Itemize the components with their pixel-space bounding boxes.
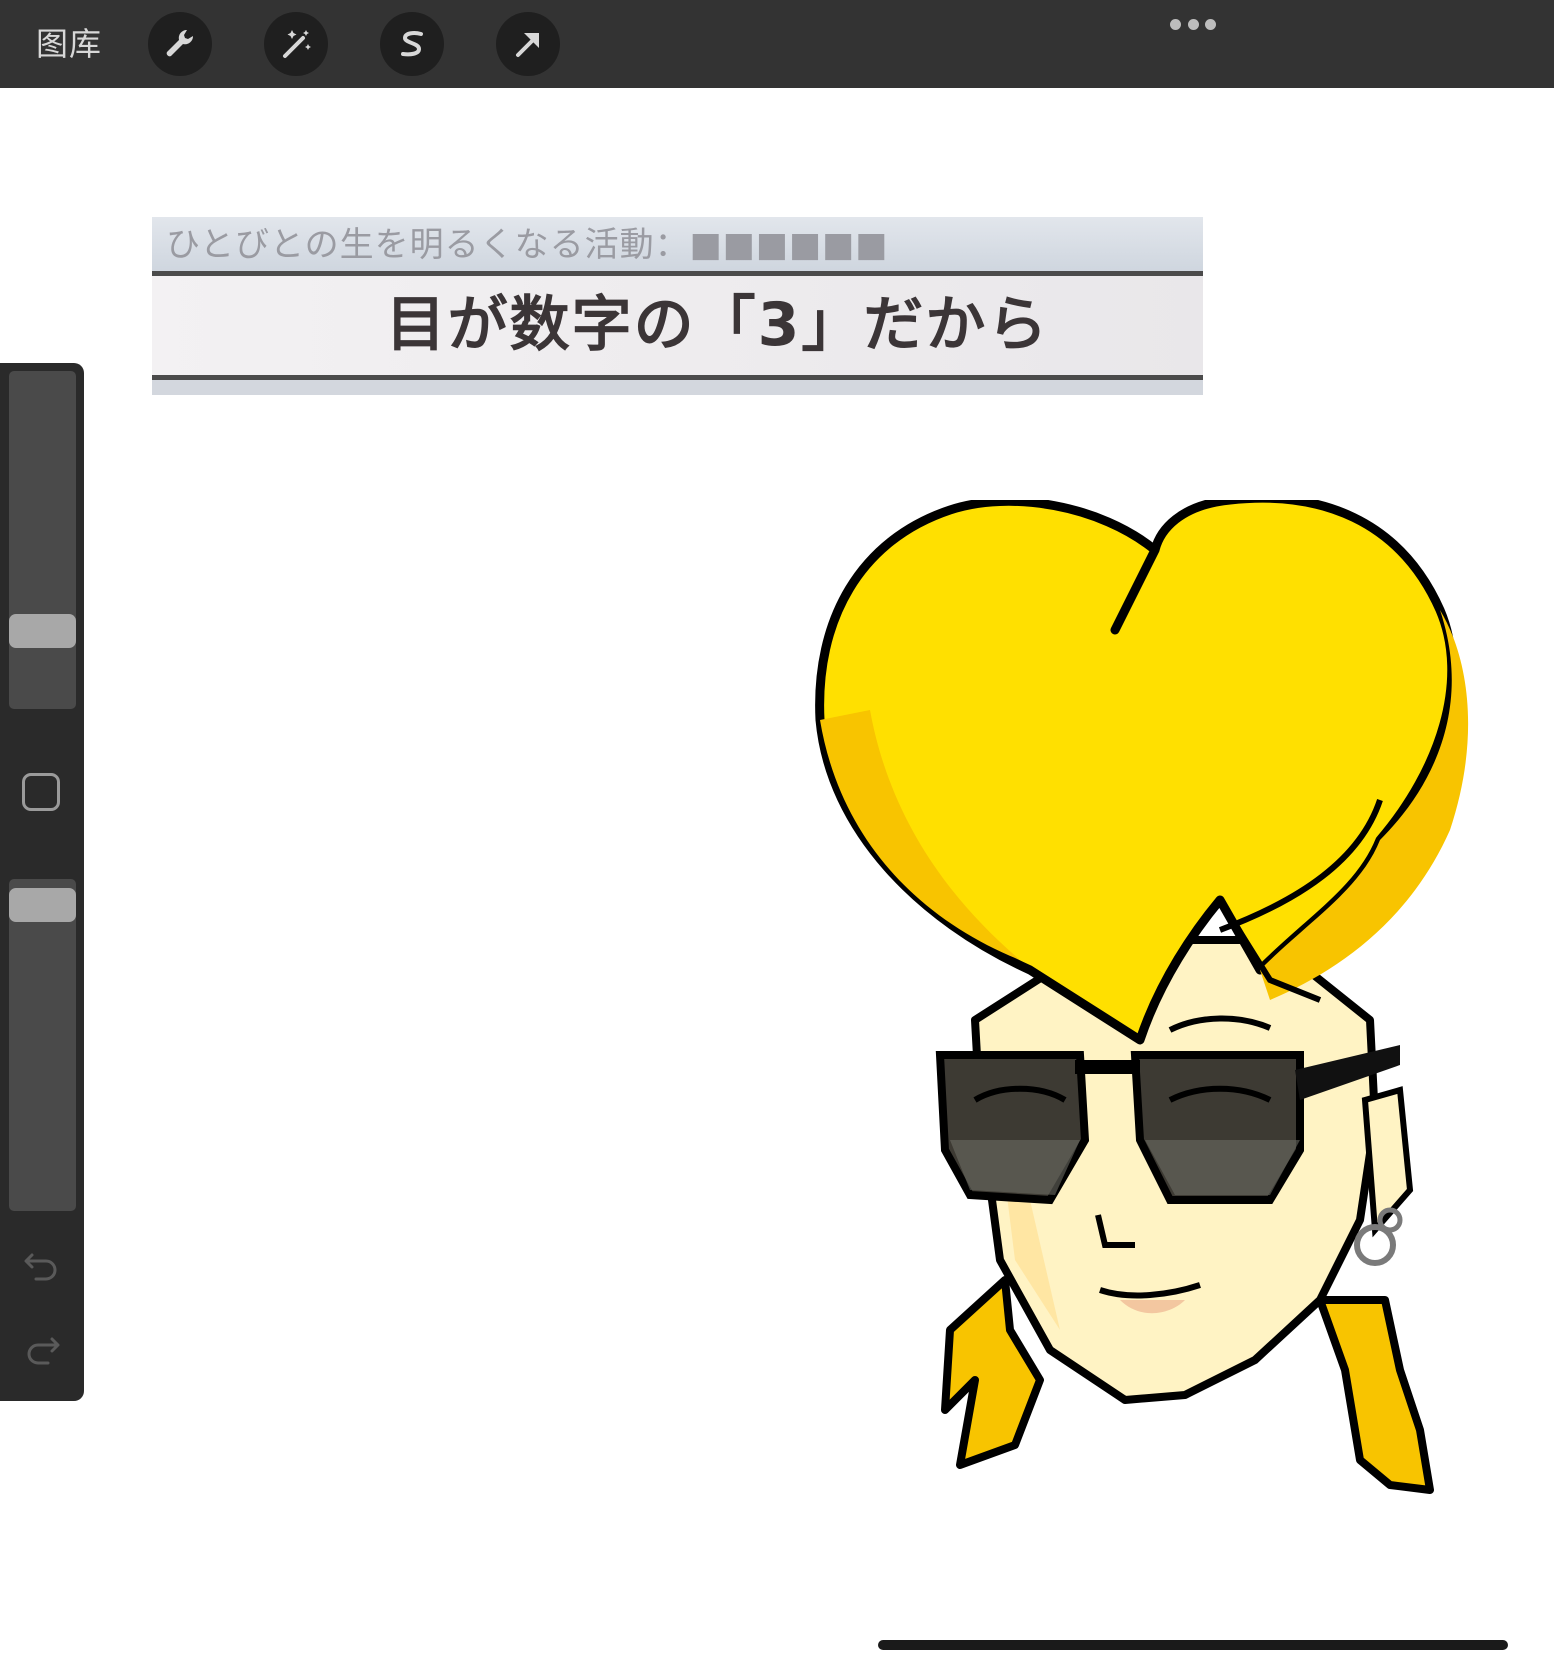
caption-top-text: ひとびとの生を明るくなる活動：■■■■■■	[166, 225, 889, 265]
caption-bottom-strip	[152, 380, 1203, 395]
ellipsis-dot	[1205, 18, 1216, 30]
caption-screenshot-image: ひとびとの生を明るくなる活動：■■■■■■ 目が数字の「3」だから	[152, 217, 1203, 395]
selection-s-icon	[401, 31, 423, 57]
caption-band: 目が数字の「3」だから	[152, 276, 1203, 375]
redo-icon[interactable]	[22, 1327, 62, 1367]
undo-icon[interactable]	[22, 1243, 62, 1283]
brush-size-thumb[interactable]	[9, 614, 76, 648]
transform-arrow-icon	[516, 33, 539, 57]
top-toolbar: 图库	[0, 0, 1554, 88]
transform-button[interactable]	[496, 12, 560, 76]
wrench-icon	[166, 29, 194, 57]
sunglasses-bridge	[1075, 1060, 1140, 1074]
caption-top-strip: ひとびとの生を明るくなる活動：■■■■■■	[152, 217, 1203, 271]
brush-size-slider[interactable]	[9, 371, 76, 709]
ellipsis-dot	[1170, 18, 1181, 30]
ellipsis-dot	[1187, 18, 1199, 30]
magic-wand-icon	[283, 30, 311, 58]
opacity-thumb[interactable]	[9, 888, 76, 922]
heart-hair	[815, 500, 1457, 1045]
adjustments-button[interactable]	[264, 12, 328, 76]
character-illustration	[815, 500, 1469, 1494]
gallery-button[interactable]: 图库	[36, 22, 102, 66]
square-icon[interactable]	[22, 773, 60, 811]
selection-button[interactable]	[380, 12, 444, 76]
home-indicator[interactable]	[878, 1640, 1508, 1650]
hair-strand-right	[1316, 1296, 1434, 1494]
ellipsis-icon[interactable]	[1170, 18, 1216, 30]
actions-button[interactable]	[148, 12, 212, 76]
brush-sidebar	[0, 363, 84, 1401]
caption-main-text: 目が数字の「3」だから	[385, 290, 1050, 360]
opacity-slider[interactable]	[9, 879, 76, 1211]
